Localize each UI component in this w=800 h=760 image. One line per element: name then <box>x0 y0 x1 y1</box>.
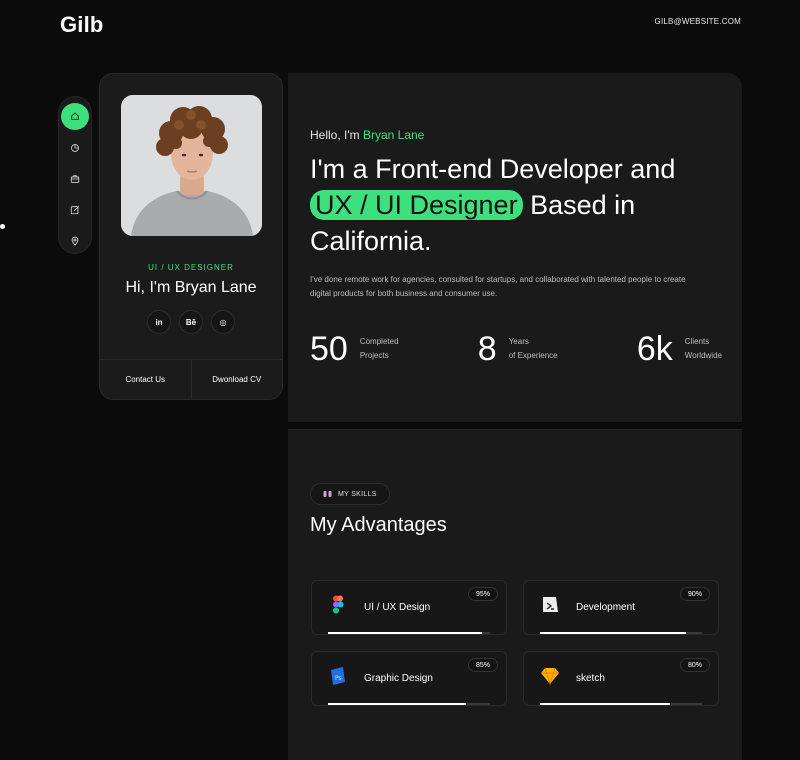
nav-home-button[interactable] <box>61 103 89 130</box>
skills-icon <box>323 491 332 497</box>
skill-progress-fill <box>328 703 466 705</box>
skill-card: UI / UX Design 95% <box>311 580 507 635</box>
stat-projects: 50 Completed Projects <box>310 331 399 367</box>
headline-highlight: UX / UI Designer <box>310 190 523 220</box>
skill-card: sketch 80% <box>523 651 719 706</box>
skill-progress-track <box>328 632 490 634</box>
chart-pie-icon <box>71 144 79 153</box>
side-navigation <box>58 96 92 254</box>
stat-clients: 6k Clients Worldwide <box>637 331 722 367</box>
scroll-indicator-dot <box>0 224 5 229</box>
avatar <box>121 95 262 236</box>
skill-progress-track <box>328 703 490 705</box>
briefcase-icon <box>70 175 80 183</box>
code-icon <box>543 597 558 612</box>
headline-line-2: UX / UI Designer Based in <box>310 187 730 223</box>
nav-contact-button[interactable] <box>62 228 88 253</box>
download-cv-button[interactable]: Dwonload CV <box>192 360 283 399</box>
skill-name: sketch <box>576 673 605 684</box>
photoshop-icon: Ps <box>331 667 345 685</box>
stat-value: 8 <box>477 330 497 368</box>
greeting-name: Bryan Lane <box>362 128 425 142</box>
skills-title: My Advantages <box>310 514 447 536</box>
location-pin-icon <box>71 236 79 246</box>
behance-icon[interactable]: Bē <box>179 310 203 334</box>
site-logo[interactable]: Gilb <box>60 12 104 38</box>
skill-card: Ps Graphic Design 85% <box>311 651 507 706</box>
stat-experience: 8 Years of Experience <box>478 331 558 367</box>
skill-progress-fill <box>328 632 482 634</box>
profile-name: Hi, I'm Bryan Lane <box>125 279 257 296</box>
skill-progress-track <box>540 632 702 634</box>
social-links: in Bē ◎ <box>100 310 282 334</box>
headline-line-3: California. <box>310 226 432 256</box>
skill-name: UI / UX Design <box>364 602 431 613</box>
stat-value: 50 <box>310 330 348 368</box>
skills-badge-label: MY SKILLS <box>338 490 377 498</box>
skill-name: Development <box>576 602 635 613</box>
skill-percent: 90% <box>679 587 710 601</box>
svg-text:Ps: Ps <box>335 675 342 682</box>
home-icon <box>71 112 79 121</box>
headline-line-1: I'm a Front-end Developer and <box>310 154 676 184</box>
hero-headline: I'm a Front-end Developer and UX / UI De… <box>310 151 730 259</box>
stat-label: Years of Experience <box>508 337 558 360</box>
linkedin-icon[interactable]: in <box>147 310 171 334</box>
greeting-prefix: Hello, I'm <box>310 128 363 142</box>
skill-card: Development 90% <box>523 580 719 635</box>
skill-percent: 85% <box>467 658 498 672</box>
skills-section: MY SKILLS My Advantages UI / UX Design 9… <box>288 429 742 760</box>
contact-email-link[interactable]: GILB@WEBSITE.COM <box>655 17 741 26</box>
nav-blog-button[interactable] <box>62 197 88 222</box>
skill-progress-fill <box>540 703 670 705</box>
profile-card: UI / UX DESIGNER Hi, I'm Bryan Lane in B… <box>99 73 283 400</box>
skill-progress-fill <box>540 632 686 634</box>
nav-stats-button[interactable] <box>62 136 88 161</box>
stat-value: 6k <box>636 330 673 368</box>
stats-row: 50 Completed Projects 8 Years of Experienc… <box>310 331 722 367</box>
skill-percent: 80% <box>679 658 710 672</box>
profile-actions: Contact Us Dwonload CV <box>100 359 282 399</box>
dribbble-icon[interactable]: ◎ <box>211 310 235 334</box>
skill-progress-track <box>540 703 702 705</box>
figma-icon <box>333 595 344 614</box>
stat-label: Completed Projects <box>359 337 399 360</box>
skill-percent: 95% <box>467 587 498 601</box>
hero-intro: I've done remote work for agencies, cons… <box>310 275 686 298</box>
nav-portfolio-button[interactable] <box>62 167 88 192</box>
hero-greeting: Hello, I'm Bryan Lane <box>310 128 424 142</box>
sketch-icon <box>541 667 559 686</box>
profile-role: UI / UX DESIGNER <box>148 263 234 272</box>
headline-line-2-text: Based in <box>522 190 636 220</box>
skills-badge: MY SKILLS <box>310 483 390 505</box>
contact-us-button[interactable]: Contact Us <box>100 360 192 399</box>
edit-icon <box>70 205 80 214</box>
skill-name: Graphic Design <box>364 673 433 684</box>
hero-section: Hello, I'm Bryan Lane I'm a Front-end De… <box>288 73 742 422</box>
stat-label: Clients Worldwide <box>684 337 722 360</box>
